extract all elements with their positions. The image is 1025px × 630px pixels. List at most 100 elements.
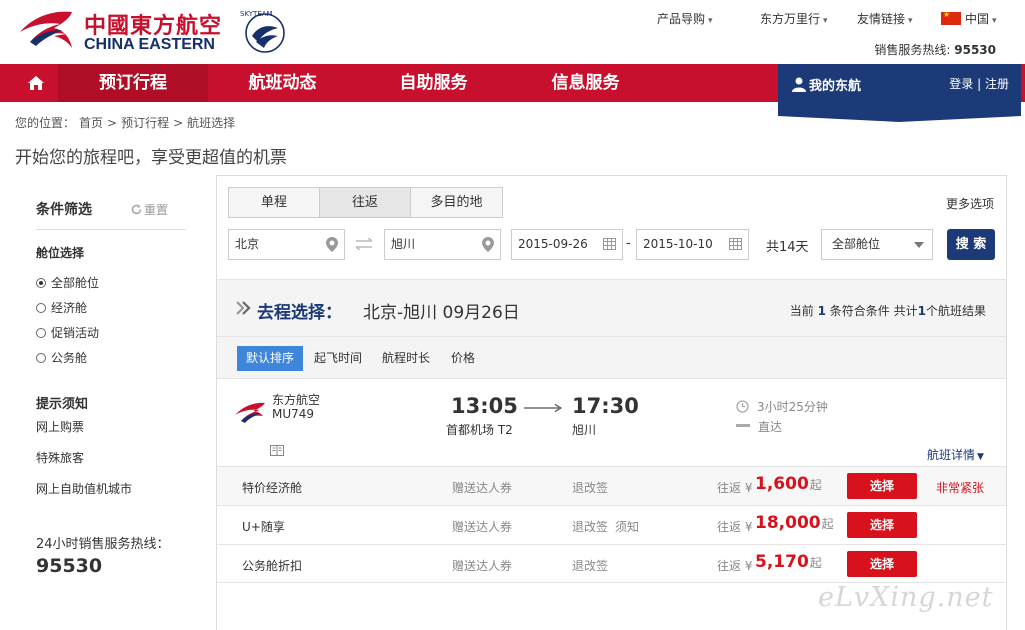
fare-notice[interactable]: 须知 (615, 518, 639, 535)
tip-checkin-cities[interactable]: 网上自助值机城市 (36, 480, 132, 497)
filter-sidebar: 条件筛选 重置 舱位选择 全部舱位 经济舱 促销活动 公务舱 提示须知 网上购票… (15, 175, 215, 630)
swap-icon[interactable] (354, 238, 374, 250)
fare-name[interactable]: U+随享 (242, 518, 285, 535)
calendar-icon (729, 238, 742, 250)
my-account-panel: 我的东航 登录 | 注册 (778, 64, 1021, 122)
search-button[interactable]: 搜 索 (947, 229, 995, 260)
tips-title: 提示须知 (36, 397, 89, 412)
cabin-option-business[interactable]: 公务舱 (36, 349, 87, 366)
fare-roundtrip-label: 往返 ¥ (717, 520, 753, 534)
fare-price-from: 起 (821, 517, 834, 531)
refresh-icon (131, 204, 142, 215)
flight-stops: 直达 (736, 418, 782, 435)
filter-title: 条件筛选 (36, 202, 92, 218)
return-date-field[interactable]: 2015-10-10 (636, 229, 749, 260)
cabin-option-promo[interactable]: 促销活动 (36, 324, 99, 341)
cabin-option-label: 全部舱位 (51, 276, 100, 290)
fare-refund-change[interactable]: 退改签 (572, 557, 608, 574)
caret-down-icon: ▼ (977, 452, 984, 462)
result-count: 当前 1 条符合条件 共计1个航班结果 (790, 302, 986, 319)
nav-info-service[interactable]: 信息服务 (513, 64, 658, 102)
stops-value: 直达 (758, 420, 783, 434)
count-current: 1 (817, 304, 826, 318)
fare-price: 18,000起 (755, 513, 834, 533)
select-fare-button[interactable]: 选择 (847, 512, 917, 538)
select-fare-button[interactable]: 选择 (847, 551, 917, 577)
location-pin-icon (482, 237, 494, 252)
clock-icon (736, 400, 749, 413)
tip-online-ticket[interactable]: 网上购票 (36, 418, 84, 435)
date-separator: - (626, 236, 631, 251)
destination-field[interactable]: 旭川 (384, 229, 501, 260)
cabin-option-all[interactable]: 全部舱位 (36, 274, 99, 291)
fare-price: 5,170起 (755, 552, 822, 572)
tab-multi-city[interactable]: 多目的地 (411, 188, 502, 217)
reset-button[interactable]: 重置 (131, 201, 168, 218)
flight-number: MU749 (272, 407, 315, 421)
trip-type-tabs: 单程 往返 多目的地 (228, 187, 503, 218)
arrow-right-icon (524, 404, 562, 412)
radio-icon (36, 353, 46, 363)
origin-field[interactable]: 北京 (228, 229, 345, 260)
more-options-link[interactable]: 更多选项 (946, 195, 994, 212)
fare-name[interactable]: 公务舱折扣 (242, 557, 302, 574)
my-account-link[interactable]: 我的东航 (792, 75, 861, 94)
book-icon[interactable] (269, 444, 285, 457)
radio-icon (36, 303, 46, 313)
nav-self-service[interactable]: 自助服务 (361, 64, 506, 102)
china-flag-icon (941, 10, 961, 25)
top-nav-miles-label: 东方万里行 (760, 12, 821, 26)
fare-name[interactable]: 特价经济舱 (242, 479, 302, 496)
register-link[interactable]: 注册 (985, 77, 1009, 91)
sort-bar: 默认排序 起飞时间 航程时长 价格 (217, 337, 1006, 379)
flight-detail-link[interactable]: 航班详情 ▼ (927, 446, 984, 463)
skyteam-text: SKYTEAM (240, 10, 273, 18)
region-selector[interactable]: 中国▾ (941, 10, 997, 27)
tab-round-trip[interactable]: 往返 (320, 188, 411, 217)
fare-refund-change[interactable]: 退改签 (572, 479, 608, 496)
breadcrumb-booking[interactable]: 预订行程 (121, 116, 169, 130)
fare-gift: 赠送达人券 (452, 520, 513, 534)
swallow-logo-icon (20, 11, 72, 48)
china-eastern-logo[interactable]: 中國東方航空 CHINA EASTERN (14, 6, 229, 56)
origin-value: 北京 (235, 237, 260, 251)
route-text: 北京-旭川 09月26日 (363, 303, 520, 323)
breadcrumb-home[interactable]: 首页 (79, 116, 103, 130)
count-total: 1 (917, 304, 926, 318)
login-link[interactable]: 登录 (949, 77, 973, 91)
nav-booking[interactable]: 预订行程 (58, 64, 208, 102)
home-button[interactable] (14, 64, 58, 102)
cabin-option-label: 经济舱 (51, 301, 88, 315)
tab-one-way[interactable]: 单程 (229, 188, 320, 217)
cabin-select[interactable]: 全部舱位 (821, 229, 933, 260)
top-nav-links[interactable]: 友情链接 ▾ (857, 10, 913, 27)
cabin-option-economy[interactable]: 经济舱 (36, 299, 87, 316)
cabin-option-label: 公务舱 (51, 351, 88, 365)
sort-default[interactable]: 默认排序 (237, 346, 304, 371)
sort-duration[interactable]: 航程时长 (382, 346, 430, 371)
breadcrumb-current: 航班选择 (187, 116, 236, 130)
fare-refund-change[interactable]: 退改签 (572, 518, 608, 535)
cabin-title: 舱位选择 (36, 246, 85, 260)
page-slogan: 开始您的旅程吧，享受更超值的机票 (15, 148, 287, 168)
breadcrumb-prefix: 您的位置： (15, 116, 76, 130)
top-nav-products[interactable]: 产品导购 ▾ (657, 10, 713, 27)
sort-departure-time[interactable]: 起飞时间 (314, 346, 362, 371)
nav-flight-status[interactable]: 航班动态 (210, 64, 355, 102)
flight-duration: 3小时25分钟 (736, 398, 828, 415)
fare-price: 1,600起 (755, 474, 822, 494)
radio-selected-icon (36, 278, 46, 288)
tip-special-passenger[interactable]: 特殊旅客 (36, 449, 84, 466)
top-nav-miles[interactable]: 东方万里行 ▾ (760, 10, 828, 27)
select-fare-button[interactable]: 选择 (847, 473, 917, 499)
user-icon (792, 77, 806, 92)
fare-price-value: 18,000 (755, 513, 821, 533)
destination-value: 旭川 (391, 237, 416, 251)
chevron-down-icon: ▾ (992, 16, 997, 26)
fare-row: 公务舱折扣 赠送达人券 退改签 往返 ¥ 5,170起 选择 (217, 544, 1006, 583)
depart-date-value: 2015-09-26 (518, 237, 588, 251)
fare-price-value: 5,170 (755, 552, 809, 572)
chevron-down-icon: ▾ (823, 16, 828, 26)
sort-price[interactable]: 价格 (451, 346, 475, 371)
depart-date-field[interactable]: 2015-09-26 (511, 229, 623, 260)
